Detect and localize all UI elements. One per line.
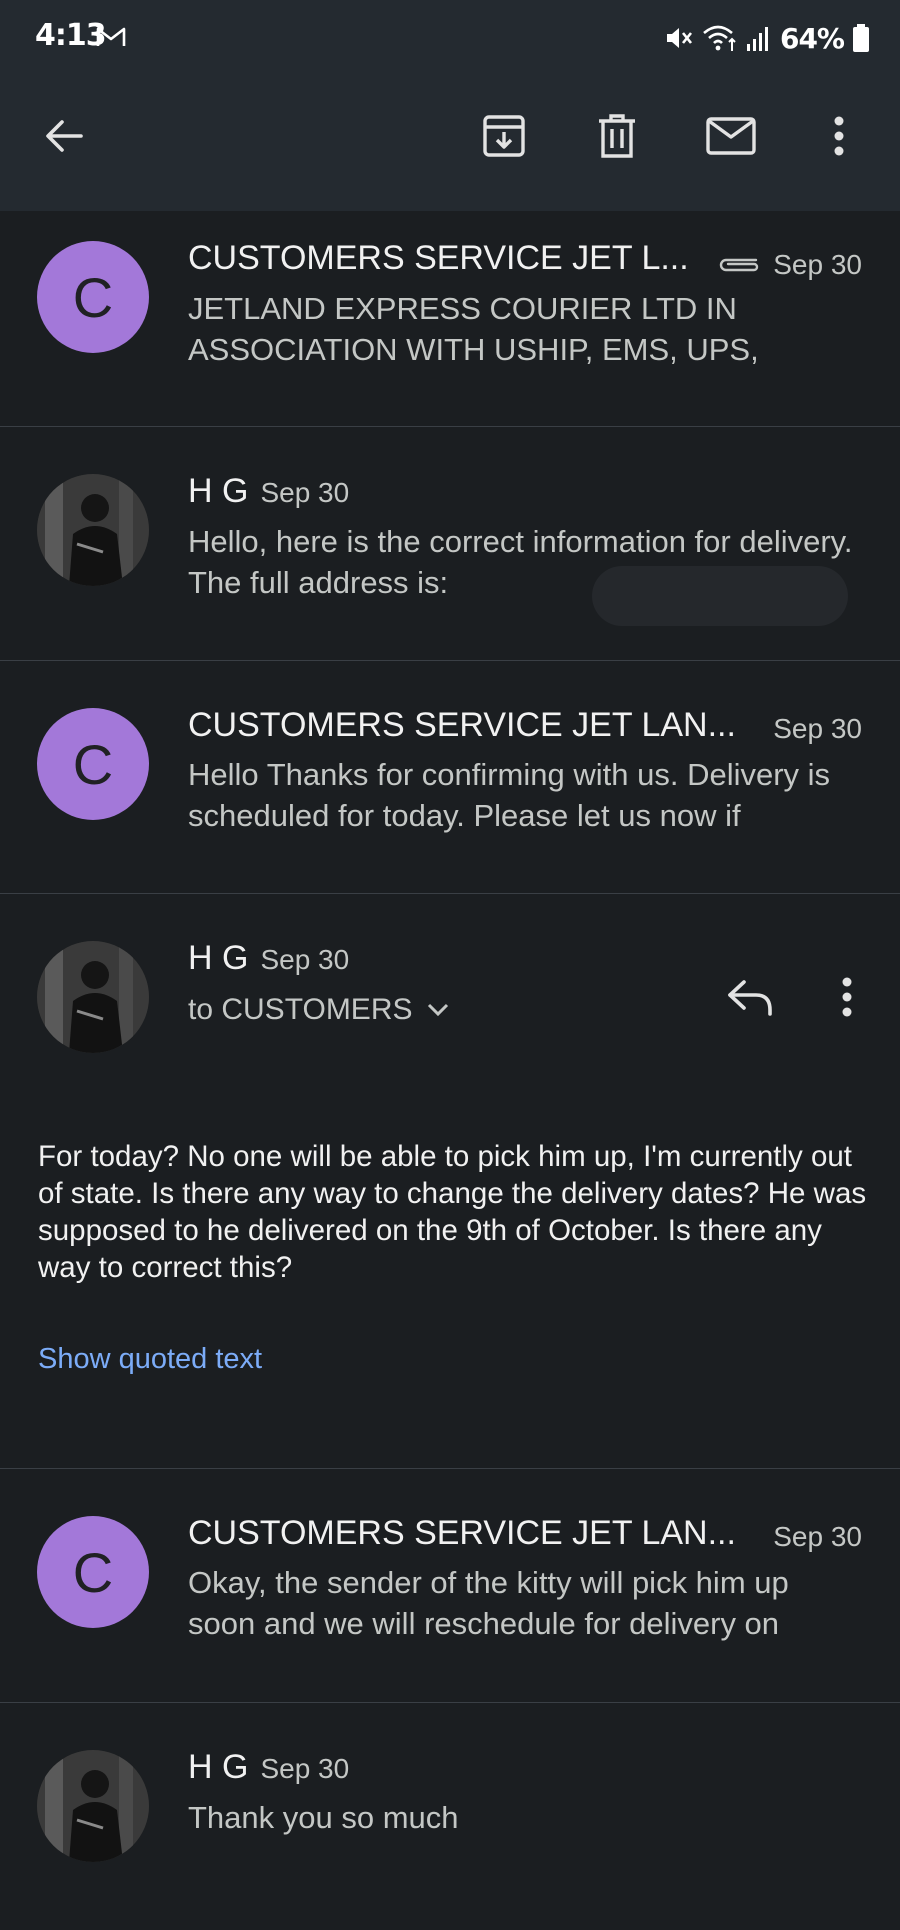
mark-unread-icon[interactable] (699, 104, 763, 168)
message-item[interactable]: H G Sep 30 Thank you so much (0, 1702, 900, 1930)
back-arrow-icon[interactable] (32, 104, 96, 168)
battery-icon (853, 24, 869, 52)
expanded-message: H G Sep 30 to CUSTOMERS For today? No on… (0, 893, 900, 1469)
redaction-mark (592, 566, 848, 626)
avatar[interactable] (37, 1750, 149, 1862)
wifi-icon (703, 25, 736, 51)
avatar[interactable]: C (37, 1516, 149, 1628)
profile-photo-icon (37, 941, 149, 1053)
profile-photo-icon (37, 474, 149, 586)
status-bar: 4:13 64% (0, 0, 900, 76)
message-date: Sep 30 (260, 944, 350, 975)
message-item[interactable]: C CUSTOMERS SERVICE JET LAN... Sep 30 He… (0, 660, 900, 894)
avatar[interactable]: C (37, 241, 149, 353)
attachment-icon (719, 258, 759, 272)
avatar[interactable]: C (37, 708, 149, 820)
mute-icon (666, 28, 692, 48)
trash-icon[interactable] (585, 104, 649, 168)
sender-name: H G (188, 939, 249, 977)
battery-percent: 64% (779, 21, 845, 55)
show-quoted-text-link[interactable]: Show quoted text (38, 1343, 262, 1376)
message-item[interactable]: C CUSTOMERS SERVICE JET L... Sep 30 JETL… (0, 211, 900, 427)
message-date: Sep 30 (773, 1521, 862, 1552)
message-snippet: Hello Thanks for confirming with us. Del… (188, 757, 831, 833)
message-item[interactable]: C CUSTOMERS SERVICE JET LAN... Sep 30 Ok… (0, 1468, 900, 1703)
profile-photo-icon (37, 1750, 149, 1862)
sender-name: CUSTOMERS SERVICE JET L... (188, 239, 689, 277)
signal-icon (746, 27, 768, 51)
top-app-bar (0, 86, 900, 186)
avatar[interactable] (37, 941, 149, 1053)
message-date: Sep 30 (773, 249, 862, 280)
status-icons: 64% (664, 18, 870, 58)
message-snippet: Thank you so much (188, 1800, 459, 1835)
message-snippet: JETLAND EXPRESS COURIER LTD IN ASSOCIATI… (188, 291, 759, 367)
archive-icon[interactable] (472, 104, 536, 168)
recipient-dropdown[interactable]: to CUSTOMERS (188, 993, 449, 1027)
more-vert-icon[interactable] (807, 104, 871, 168)
sender-name: CUSTOMERS SERVICE JET LAN... (188, 706, 736, 744)
message-body: For today? No one will be able to pick h… (38, 1140, 867, 1284)
message-date: Sep 30 (773, 713, 862, 744)
chevron-down-icon (427, 1003, 448, 1017)
sender-name: CUSTOMERS SERVICE JET LAN... (188, 1514, 736, 1552)
avatar[interactable] (37, 474, 149, 586)
sender-name: H G (188, 472, 249, 510)
message-more-icon[interactable] (815, 965, 879, 1029)
gmail-icon (96, 27, 126, 46)
header: 4:13 64% (0, 0, 900, 211)
message-item[interactable]: H G Sep 30 Hello, here is the correct in… (0, 426, 900, 661)
message-date: Sep 30 (260, 1753, 350, 1784)
message-date: Sep 30 (260, 477, 350, 508)
reply-icon[interactable] (718, 965, 782, 1029)
recipient-label: to CUSTOMERS (188, 993, 413, 1026)
sender-name: H G (188, 1748, 249, 1786)
message-snippet: Okay, the sender of the kitty will pick … (188, 1565, 789, 1641)
gmail-thread-screen: 4:13 64% C CUSTOMERS SERVICE JET L... Se… (0, 0, 900, 1930)
